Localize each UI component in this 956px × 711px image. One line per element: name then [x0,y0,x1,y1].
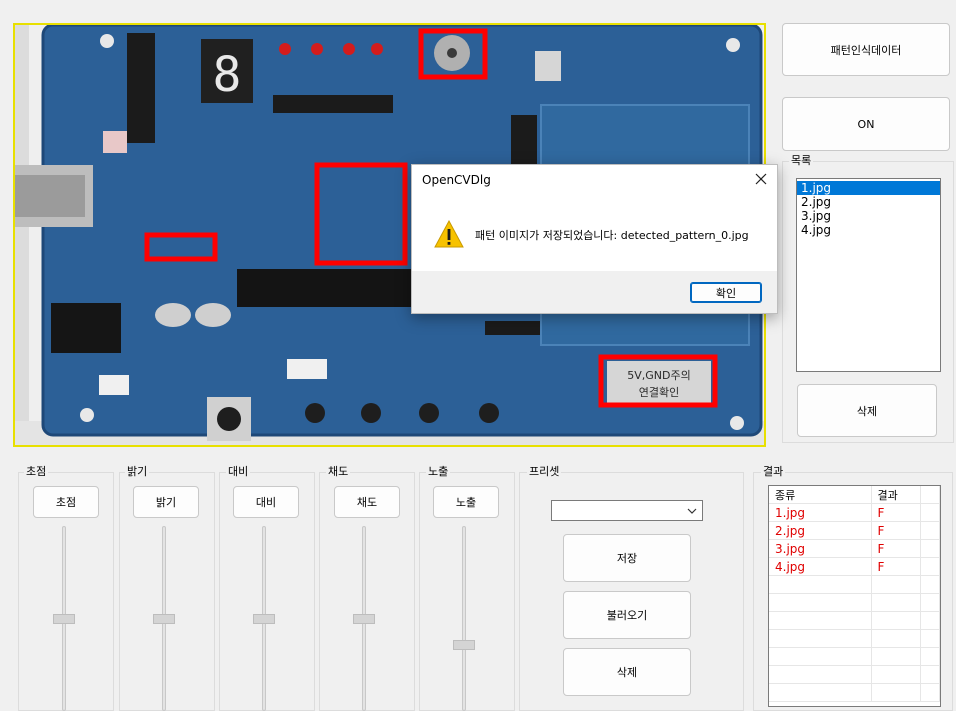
dialog-title-bar[interactable]: OpenCVDlg [412,165,777,195]
preset-save-button[interactable]: 저장 [563,534,691,582]
file-list-item[interactable]: 1.jpg [797,181,940,195]
results-table: 종류 결과 1.jpg F 2.jpg F 3.jpg F 4.jpg F [769,486,940,702]
pattern-data-button[interactable]: 패턴인식데이터 [782,23,950,76]
chevron-down-icon [687,508,697,514]
header-type[interactable]: 종류 [769,486,872,504]
row-name: 4.jpg [769,557,872,576]
preset-load-button[interactable]: 불러오기 [563,591,691,639]
on-button[interactable]: ON [782,97,950,151]
board-label-1: 5V,GND주의 [627,369,690,382]
dialog-title: OpenCVDlg [422,173,491,187]
file-listbox[interactable]: 1.jpg 2.jpg 3.jpg 4.jpg [796,178,941,372]
results-table-view[interactable]: 종류 결과 1.jpg F 2.jpg F 3.jpg F 4.jpg F [768,485,941,707]
contrast-button[interactable]: 대비 [233,486,299,518]
brightness-button[interactable]: 밝기 [133,486,199,518]
warning-icon [434,220,464,248]
row-name: 2.jpg [769,521,872,540]
preset-dropdown[interactable] [551,500,703,521]
exposure-group-label: 노출 [426,465,451,478]
file-list-label: 목록 [789,154,814,167]
dialog-ok-button[interactable]: 확인 [690,282,762,303]
row-result: F [871,503,921,522]
table-row[interactable]: 3.jpg F [769,539,940,558]
contrast-group-label: 대비 [226,465,251,478]
dialog-footer: 확인 [412,271,777,313]
table-row[interactable]: 4.jpg F [769,557,940,576]
brightness-slider-thumb[interactable] [153,613,175,624]
exposure-slider-track[interactable] [462,526,466,711]
row-name: 1.jpg [769,503,872,522]
exposure-slider-thumb[interactable] [453,639,475,650]
focus-button[interactable]: 초점 [33,486,99,518]
file-list-item[interactable]: 2.jpg [797,195,940,209]
file-list-item[interactable]: 4.jpg [797,223,940,237]
results-header-row: 종류 결과 [769,486,940,504]
row-result: F [871,521,921,540]
list-delete-button[interactable]: 삭제 [797,384,937,437]
close-icon[interactable] [755,173,767,185]
row-result: F [871,539,921,558]
results-group-label: 결과 [761,465,786,478]
saturation-slider-thumb[interactable] [353,613,375,624]
focus-slider-thumb[interactable] [53,613,75,624]
preset-group-label: 프리셋 [527,465,562,478]
board-label-2: 연결확인 [639,386,679,399]
table-row[interactable]: 2.jpg F [769,521,940,540]
contrast-slider-thumb[interactable] [253,613,275,624]
saturation-group-label: 채도 [326,465,351,478]
preset-delete-button[interactable]: 삭제 [563,648,691,696]
row-name: 3.jpg [769,539,872,558]
row-result: F [871,557,921,576]
file-list-item[interactable]: 3.jpg [797,209,940,223]
header-result[interactable]: 결과 [871,486,921,504]
dialog-message: 패턴 이미지가 저장되었습니다: detected_pattern_0.jpg [475,229,749,242]
exposure-button[interactable]: 노출 [433,486,499,518]
message-dialog: OpenCVDlg 패턴 이미지가 저장되었습니다: detected_patt… [411,164,778,314]
brightness-group-label: 밝기 [125,465,150,478]
table-row[interactable]: 1.jpg F [769,503,940,522]
seven-seg-digit: 8 [213,47,242,103]
saturation-button[interactable]: 채도 [334,486,400,518]
focus-group-label: 초점 [24,465,49,478]
